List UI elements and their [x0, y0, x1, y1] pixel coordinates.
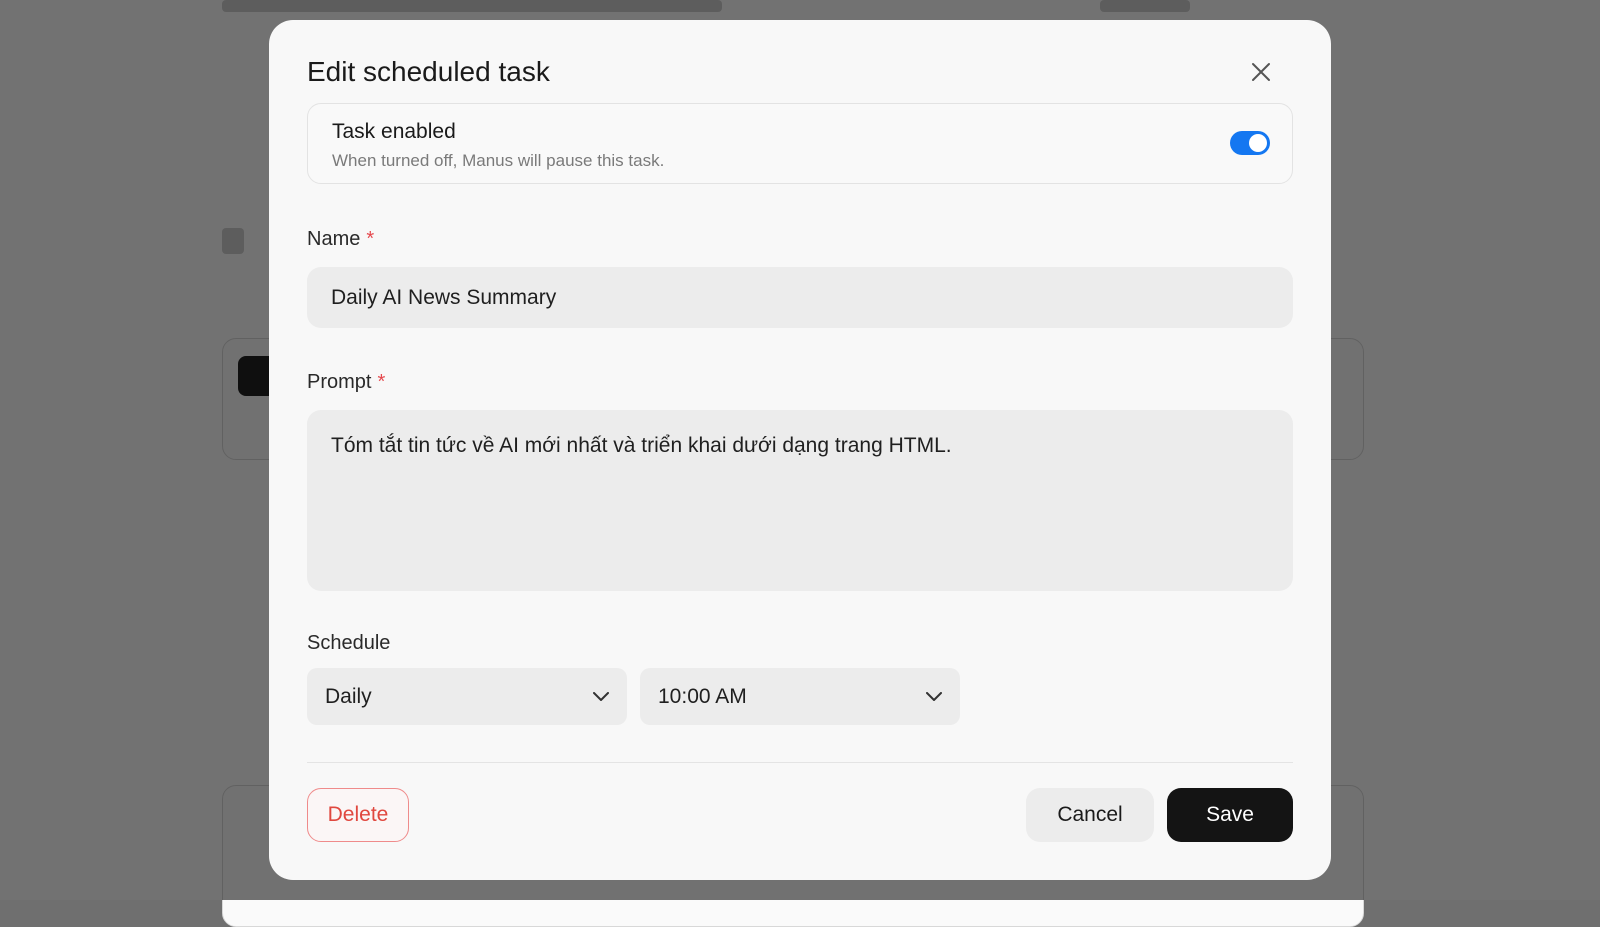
chevron-down-icon [926, 691, 942, 702]
name-label: Name * [307, 228, 374, 251]
close-button[interactable] [1247, 58, 1275, 86]
name-input-value: Daily AI News Summary [331, 285, 557, 309]
task-enabled-description: When turned off, Manus will pause this t… [332, 151, 665, 170]
edit-task-dialog: Edit scheduled task Task enabled When tu… [269, 20, 1331, 880]
prompt-textarea-value: Tóm tắt tin tức về AI mới nhất và triển … [331, 434, 952, 457]
time-select[interactable]: 10:00 AM [640, 668, 960, 725]
prompt-label: Prompt * [307, 371, 385, 394]
prompt-label-text: Prompt [307, 371, 372, 393]
name-input[interactable]: Daily AI News Summary [307, 267, 1293, 328]
cancel-button[interactable]: Cancel [1026, 788, 1154, 842]
delete-button[interactable]: Delete [307, 788, 409, 842]
required-mark: * [366, 228, 375, 250]
footer-divider [307, 762, 1293, 763]
task-enabled-toggle[interactable] [1230, 131, 1270, 155]
dialog-title: Edit scheduled task [307, 56, 550, 87]
required-mark: * [377, 371, 386, 393]
task-enabled-title: Task enabled [332, 120, 456, 143]
close-icon [1252, 63, 1270, 81]
chevron-down-icon [593, 691, 609, 702]
name-label-text: Name [307, 228, 361, 250]
frequency-value: Daily [325, 684, 372, 708]
schedule-label: Schedule [307, 632, 391, 654]
frequency-select[interactable]: Daily [307, 668, 627, 725]
time-value: 10:00 AM [658, 684, 747, 708]
save-button[interactable]: Save [1167, 788, 1293, 842]
prompt-textarea[interactable]: Tóm tắt tin tức về AI mới nhất và triển … [307, 410, 1293, 591]
task-enabled-card: Task enabled When turned off, Manus will… [307, 103, 1293, 184]
toggle-knob [1249, 134, 1267, 152]
